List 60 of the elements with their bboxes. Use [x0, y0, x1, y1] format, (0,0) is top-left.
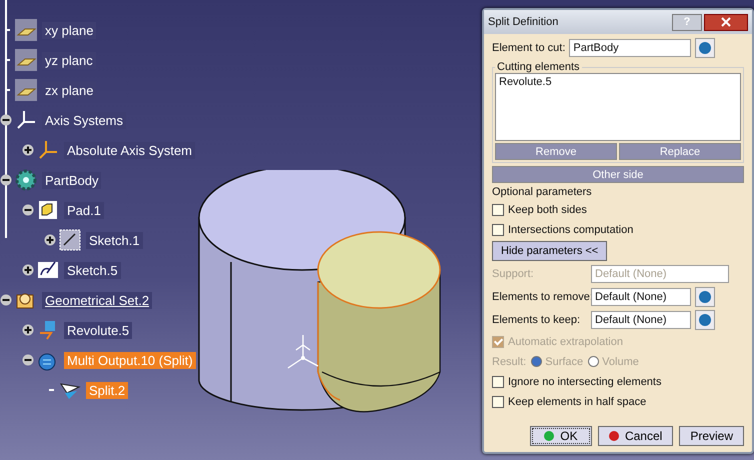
result-label: Result: — [492, 356, 526, 368]
tree-item[interactable]: Sketch.1 — [86, 232, 143, 248]
input-field[interactable]: Default (None) — [591, 311, 691, 329]
field-label: Support: — [492, 268, 535, 280]
checkbox-label: Intersections computation — [508, 224, 634, 236]
collapse-toggle[interactable] — [0, 294, 12, 306]
plane-icon — [15, 79, 37, 101]
tree-item[interactable]: Absolute Axis System — [64, 142, 195, 158]
collapse-toggle[interactable] — [22, 204, 34, 216]
tree-item[interactable]: Sketch.5 — [64, 262, 121, 278]
sketch-icon — [59, 229, 81, 251]
checkbox-label: Keep elements in half space — [508, 396, 646, 408]
plane-icon — [15, 19, 37, 41]
checkbox[interactable] — [492, 204, 504, 216]
ok-button[interactable]: OK — [530, 426, 592, 446]
expand-toggle[interactable] — [22, 324, 34, 336]
tree-item[interactable]: Axis Systems — [42, 112, 126, 128]
input-field[interactable]: Default (None) — [591, 288, 691, 306]
picker-button[interactable] — [695, 310, 715, 330]
plane-icon — [15, 49, 37, 71]
checkbox[interactable] — [492, 224, 504, 236]
axis-triad-icon — [287, 334, 319, 369]
tree-item[interactable]: Pad.1 — [64, 202, 104, 218]
gear-icon — [15, 169, 37, 191]
checkbox[interactable] — [492, 396, 504, 408]
tree-item[interactable]: yz planc — [42, 52, 96, 68]
preview-button[interactable]: Preview — [679, 426, 744, 446]
picker-button[interactable] — [695, 287, 715, 307]
radio-label: Volume — [602, 356, 639, 368]
checkbox-label: Automatic extrapolation — [508, 336, 623, 348]
cancel-button[interactable]: Cancel — [598, 426, 674, 446]
dialog-title: Split Definition — [488, 16, 560, 28]
tree-item[interactable]: Revolute.5 — [64, 322, 132, 338]
tree-item[interactable]: PartBody — [42, 172, 102, 188]
collapse-toggle[interactable] — [0, 174, 12, 186]
hide-parameters-button[interactable]: Hide parameters << — [492, 241, 608, 261]
expand-toggle[interactable] — [22, 264, 34, 276]
field-label: Element to cut: — [492, 42, 566, 54]
sketch-icon — [37, 259, 59, 281]
checkbox-label: Keep both sides — [508, 204, 587, 216]
checkbox-label: Ignore no intersecting elements — [508, 376, 662, 388]
checkbox[interactable] — [492, 376, 504, 388]
tree-item[interactable]: Geometrical Set.2 — [42, 292, 152, 308]
tree-item[interactable]: xy plane — [42, 22, 96, 38]
element-field[interactable]: PartBody — [569, 39, 692, 57]
block-icon — [37, 199, 59, 221]
collapse-toggle[interactable] — [0, 114, 12, 126]
expand-toggle[interactable] — [22, 144, 34, 156]
field-label: Elements to keep: — [492, 314, 582, 326]
axis-system-icon — [37, 139, 59, 161]
list-item[interactable]: Revolute.5 — [499, 76, 737, 88]
picker-button[interactable] — [695, 38, 716, 58]
group-legend: Cutting elements — [495, 61, 582, 73]
collapse-toggle[interactable] — [22, 354, 34, 366]
close-icon — [721, 17, 731, 27]
radio-label: Surface — [545, 356, 584, 368]
close-button[interactable] — [704, 14, 748, 30]
axis-system-icon — [15, 109, 37, 131]
expand-toggle[interactable] — [44, 234, 56, 246]
section-label: Optional parameters — [492, 186, 593, 198]
